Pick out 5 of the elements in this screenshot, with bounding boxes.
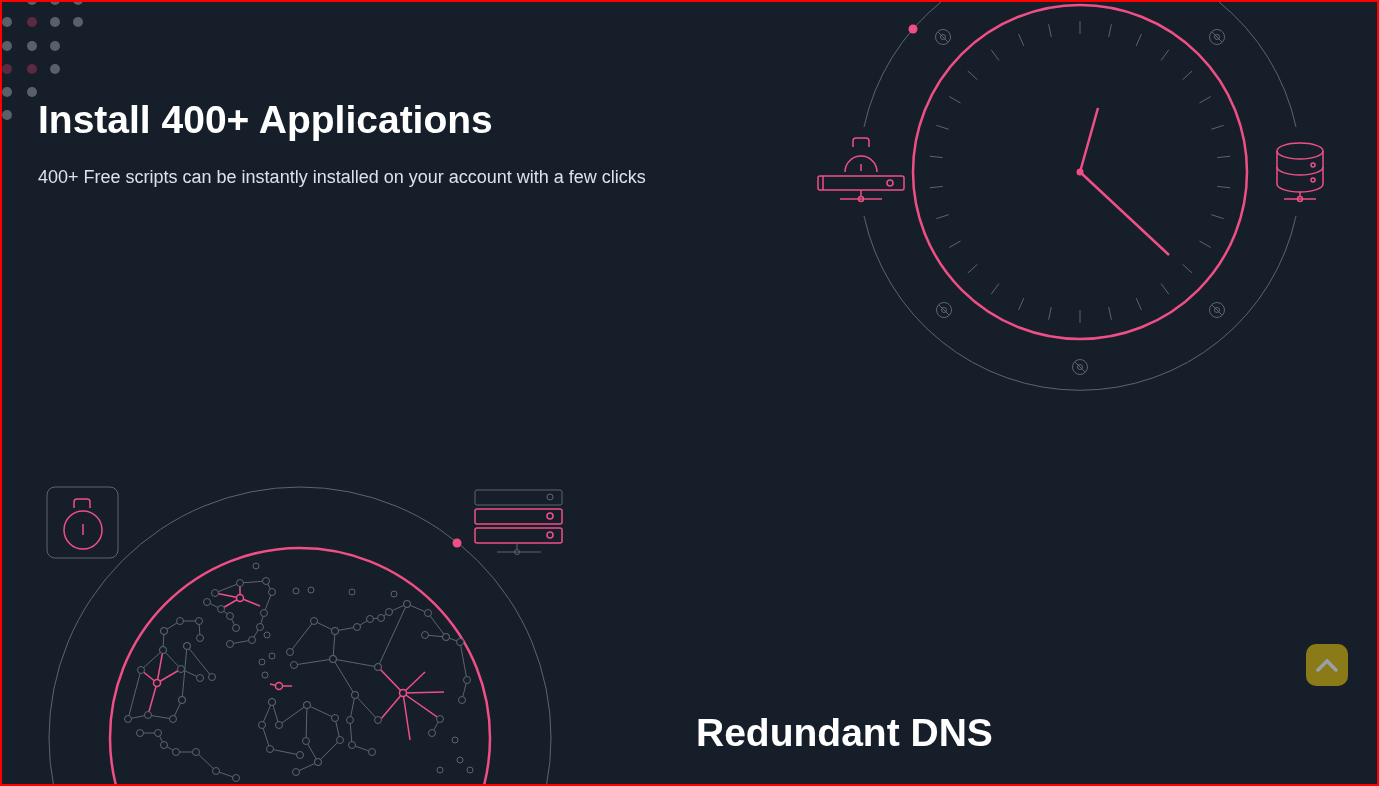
- chevron-up-icon: [1316, 658, 1338, 672]
- section-heading: Redundant DNS: [696, 710, 993, 756]
- section-description: 400+ Free scripts can be instantly installed on your account with a few clicks: [38, 166, 647, 189]
- section-heading: Install 400+ Applications: [38, 97, 494, 143]
- scroll-to-top-button[interactable]: [1306, 644, 1348, 686]
